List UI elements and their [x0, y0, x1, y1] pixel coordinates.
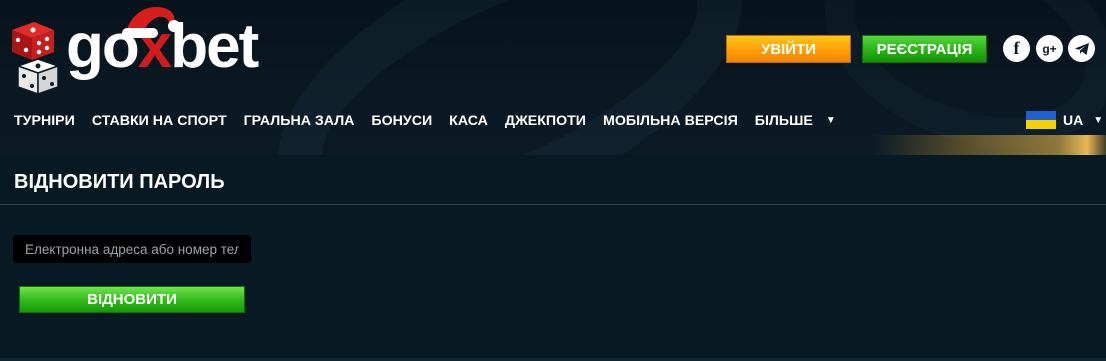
background-swirl — [794, 0, 1106, 155]
caret-down-icon: ▼ — [825, 115, 836, 126]
divider — [0, 204, 1106, 205]
facebook-icon[interactable]: f — [1003, 35, 1030, 62]
caret-down-icon: ▼ — [1093, 114, 1104, 126]
nav-item-bonuses[interactable]: БОНУСИ — [371, 112, 432, 130]
google-plus-icon[interactable]: g+ — [1036, 35, 1063, 62]
santa-hat-icon — [122, 7, 180, 38]
login-button[interactable]: УВІЙТИ — [726, 35, 851, 63]
ukraine-flag-icon — [1026, 111, 1056, 129]
nav-item-mobile-version[interactable]: МОБІЛЬНА ВЕРСІЯ — [603, 112, 738, 130]
background-swirl — [232, 0, 788, 155]
nav-item-cashier[interactable]: КАСА — [449, 112, 488, 130]
email-or-phone-input[interactable] — [13, 235, 251, 263]
language-selector[interactable]: UA ▼ — [1026, 111, 1103, 129]
site-logo[interactable]: goxbet — [8, 4, 308, 96]
register-button[interactable]: РЕЄСТРАЦІЯ — [862, 35, 987, 63]
main-nav: ТУРНІРИ СТАВКИ НА СПОРТ ГРАЛЬНА ЗАЛА БОН… — [14, 112, 853, 130]
nav-item-tournaments[interactable]: ТУРНІРИ — [14, 112, 75, 130]
nav-item-casino[interactable]: ГРАЛЬНА ЗАЛА — [244, 112, 355, 130]
site-header: goxbet УВІЙТИ РЕЄСТРАЦІЯ f g+ ТУРНІРИ СТ… — [0, 0, 1106, 155]
telegram-icon[interactable] — [1068, 35, 1095, 62]
page-title: ВІДНОВИТИ ПАРОЛЬ — [14, 171, 225, 193]
nav-more-dropdown[interactable]: БІЛЬШЕ ▼ — [755, 112, 836, 130]
restore-password-panel: ВІДНОВИТИ ПАРОЛЬ ВІДНОВИТИ — [0, 155, 1106, 361]
language-code: UA — [1063, 112, 1084, 128]
white-die-icon — [15, 58, 61, 96]
header-decoration — [870, 135, 1106, 155]
nav-item-jackpots[interactable]: ДЖЕКПОТИ — [505, 112, 586, 130]
restore-button[interactable]: ВІДНОВИТИ — [19, 286, 245, 313]
nav-item-sports-betting[interactable]: СТАВКИ НА СПОРТ — [92, 112, 227, 130]
nav-more-label: БІЛЬШЕ — [754, 113, 813, 129]
